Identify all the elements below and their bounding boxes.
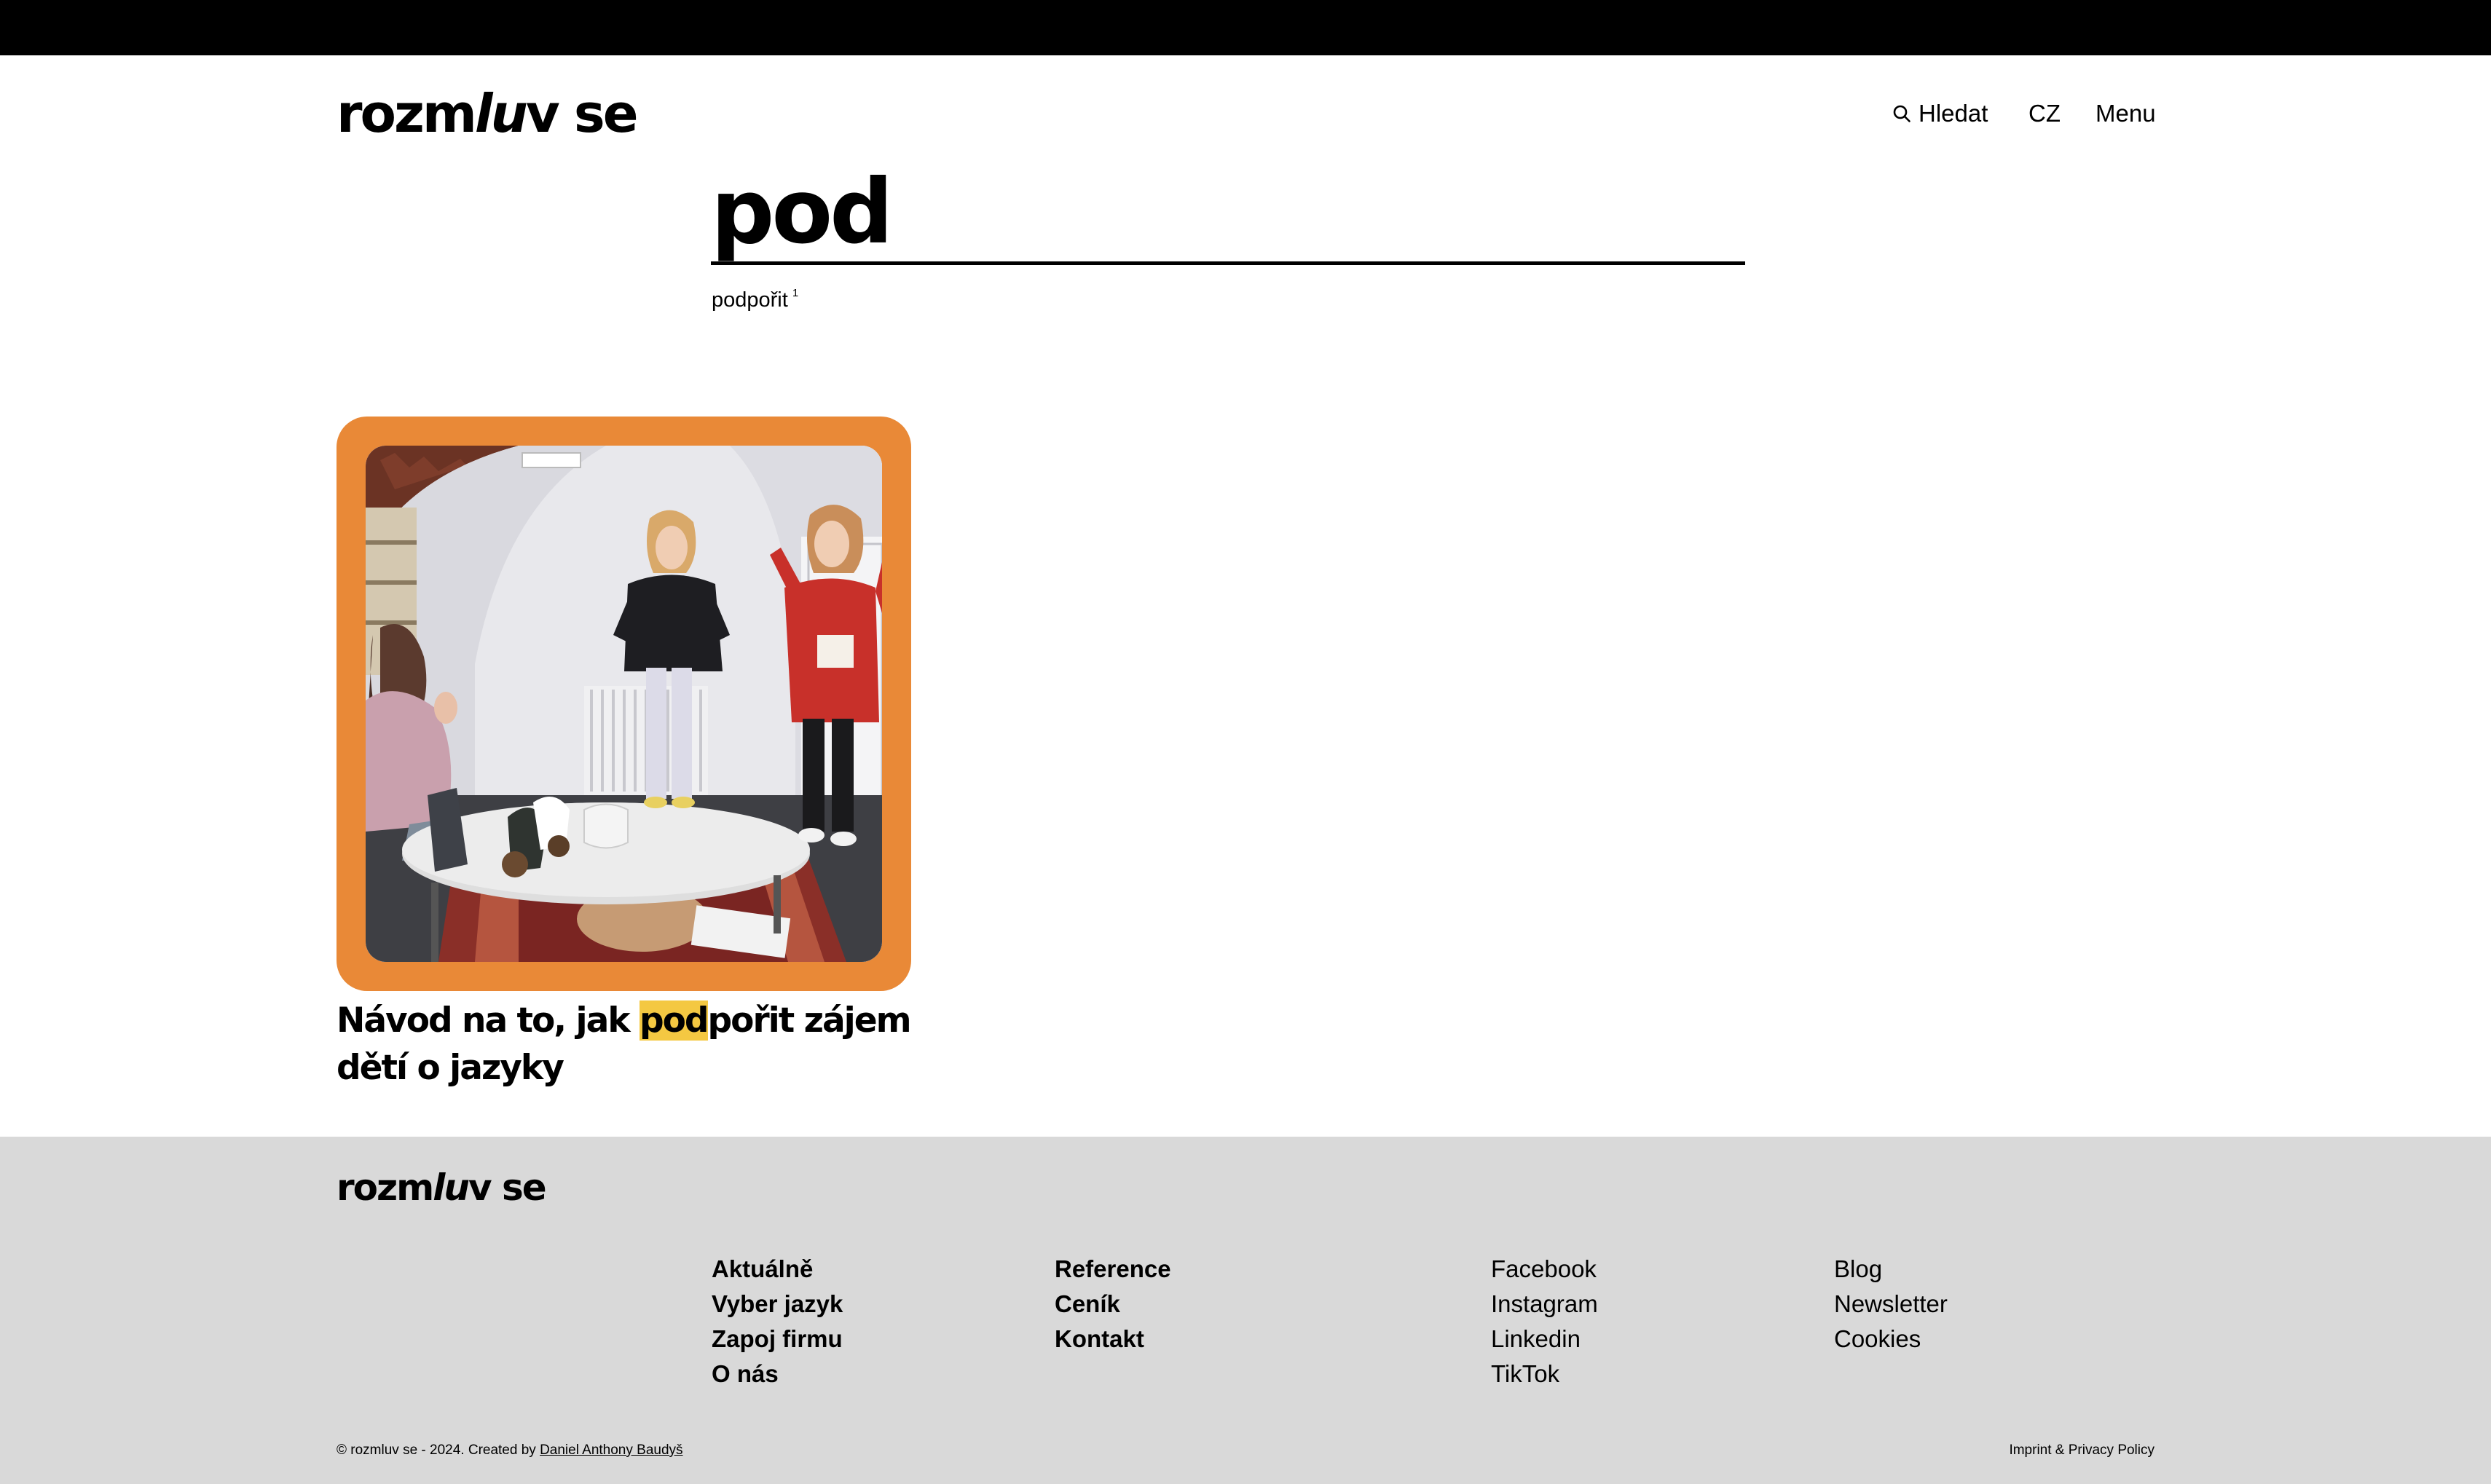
imprint-link[interactable]: Imprint & Privacy Policy [2009, 1440, 2154, 1461]
logo-part-3: v se [525, 83, 639, 144]
footer-link-reference[interactable]: Reference [1055, 1252, 1171, 1287]
site-footer: rozmluv se Aktuálně Vyber jazyk Zapoj fi… [0, 1137, 2491, 1484]
footer-link-linkedin[interactable]: Linkedin [1491, 1322, 1598, 1357]
footer-link-kontakt[interactable]: Kontakt [1055, 1322, 1171, 1357]
footer-link-aktualne[interactable]: Aktuálně [712, 1252, 843, 1287]
search-link-label: Hledat [1919, 100, 1988, 127]
footer-logo[interactable]: rozmluv se [337, 1162, 547, 1213]
logo-part-1: rozm [337, 83, 477, 144]
footer-link-zapoj-firmu[interactable]: Zapoj firmu [712, 1322, 843, 1357]
footer-link-o-nas[interactable]: O nás [712, 1357, 843, 1392]
copyright-notice: © rozmluv se - 2024. Created by Daniel A… [337, 1440, 683, 1461]
result-card[interactable]: Návod na to, jak podpořit zájem dětí o j… [337, 417, 912, 1092]
author-link[interactable]: Daniel Anthony Baudyš [540, 1442, 682, 1458]
search-link[interactable]: Hledat [1892, 95, 1988, 133]
footer-link-cenik[interactable]: Ceník [1055, 1287, 1171, 1322]
footer-logo-part-3: v se [468, 1167, 547, 1209]
footer-misc-links: Blog Newsletter Cookies [1834, 1252, 1948, 1357]
result-title[interactable]: Návod na to, jak podpořit zájem dětí o j… [337, 997, 919, 1092]
footer-link-tiktok[interactable]: TikTok [1491, 1357, 1598, 1392]
footer-logo-part-1: rozm [337, 1167, 434, 1209]
footer-link-facebook[interactable]: Facebook [1491, 1252, 1598, 1287]
menu-button[interactable]: Menu [2095, 95, 2156, 133]
result-photo [366, 446, 882, 962]
top-black-bar [0, 0, 2491, 55]
footer-nav-secondary: Reference Ceník Kontakt [1055, 1252, 1171, 1357]
footer-social-links: Facebook Instagram Linkedin TikTok [1491, 1252, 1598, 1392]
footer-link-vyber-jazyk[interactable]: Vyber jazyk [712, 1287, 843, 1322]
footer-link-instagram[interactable]: Instagram [1491, 1287, 1598, 1322]
footer-link-blog[interactable]: Blog [1834, 1252, 1948, 1287]
result-title-highlight: pod [639, 1000, 709, 1041]
search-icon [1892, 104, 1911, 123]
language-switch[interactable]: CZ [2028, 95, 2061, 133]
suggestion-count: 1 [792, 287, 799, 299]
footer-logo-part-2: lu [433, 1167, 470, 1209]
footer-link-cookies[interactable]: Cookies [1834, 1322, 1948, 1357]
search-suggestion[interactable]: podpořit 1 [712, 285, 798, 318]
logo-part-2: lu [474, 83, 528, 144]
copyright-text: © rozmluv se - 2024. Created by [337, 1442, 540, 1458]
result-card-frame [337, 417, 911, 991]
search-input[interactable]: pod [711, 153, 1745, 265]
footer-nav-primary: Aktuálně Vyber jazyk Zapoj firmu O nás [712, 1252, 843, 1392]
site-logo[interactable]: rozmluv se [337, 82, 639, 146]
result-title-before: Návod na to, jak [337, 1000, 640, 1041]
search-input-value: pod [711, 160, 893, 264]
footer-link-newsletter[interactable]: Newsletter [1834, 1287, 1948, 1322]
suggestion-label: podpořit [712, 288, 788, 312]
